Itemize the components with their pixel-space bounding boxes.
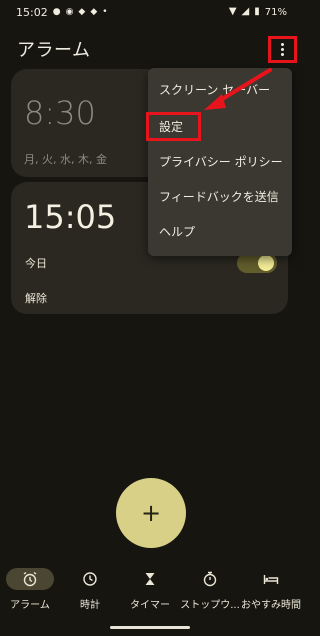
alarm-toggle[interactable] xyxy=(237,253,277,273)
more-vert-icon-dot xyxy=(281,48,284,51)
nav-item-timer[interactable]: タイマー xyxy=(120,562,180,614)
bottom-navigation: アラーム 時計 タイマー ストップウ... おやすみ時間 xyxy=(0,562,301,622)
message-icon: ◉ xyxy=(65,6,74,17)
nav-item-clock[interactable]: 時計 xyxy=(60,562,120,614)
nav-icon-pill xyxy=(6,568,54,590)
battery-level: 71% xyxy=(264,6,287,18)
chat-icon: ● xyxy=(52,6,61,17)
nav-item-bedtime[interactable]: おやすみ時間 xyxy=(241,562,301,614)
dismiss-button[interactable]: 解除 xyxy=(25,290,47,306)
overflow-menu: スクリーン セーバー 設定 プライバシー ポリシー フィードバックを送信 ヘルプ xyxy=(148,68,292,256)
nav-icon-pill xyxy=(247,568,295,590)
nav-icon-pill xyxy=(186,568,234,590)
menu-item-screensaver[interactable]: スクリーン セーバー xyxy=(159,81,270,98)
notification-icon: ◆ xyxy=(90,6,98,17)
alarm-schedule: 今日 xyxy=(25,257,47,270)
plus-icon: + xyxy=(140,499,162,527)
clock-icon xyxy=(83,572,97,586)
toggle-knob xyxy=(258,255,274,271)
hourglass-icon xyxy=(145,573,155,585)
alarm-days: 月, 火, 水, 木, 金 xyxy=(24,153,107,166)
nav-label: おやすみ時間 xyxy=(241,600,301,611)
add-alarm-button[interactable]: + xyxy=(116,478,186,548)
status-bar: 15:02 ● ◉ ◆ ◆ • ▼ ◢ ▮ 71% xyxy=(0,0,301,24)
more-vert-icon-dot xyxy=(281,53,284,56)
dot-icon: • xyxy=(102,6,108,17)
signal-icon: ◢ xyxy=(241,6,250,17)
nav-icon-pill xyxy=(126,568,174,590)
status-right: ▼ ◢ ▮ 71% xyxy=(229,7,287,18)
menu-item-help[interactable]: ヘルプ xyxy=(159,223,195,240)
alarm-clock-icon xyxy=(23,571,37,587)
menu-item-settings[interactable]: 設定 xyxy=(159,118,183,135)
more-options-button[interactable] xyxy=(268,36,297,63)
page-title: アラーム xyxy=(17,40,91,61)
status-time: 15:02 xyxy=(16,5,48,19)
nav-item-stopwatch[interactable]: ストップウ... xyxy=(180,562,240,614)
menu-item-privacy-policy[interactable]: プライバシー ポリシー xyxy=(159,153,283,170)
alarm-time[interactable]: 8:30 xyxy=(24,94,96,132)
bed-icon xyxy=(263,575,279,584)
menu-item-send-feedback[interactable]: フィードバックを送信 xyxy=(159,188,279,205)
wifi-icon: ▼ xyxy=(228,6,237,17)
nav-item-alarm[interactable]: アラーム xyxy=(0,562,60,614)
nav-icon-pill xyxy=(66,568,114,590)
stopwatch-icon xyxy=(203,571,217,587)
battery-icon: ▮ xyxy=(254,6,260,17)
alarm-time[interactable]: 15:05 xyxy=(24,198,116,236)
gesture-handle[interactable] xyxy=(110,626,190,629)
more-vert-icon xyxy=(281,43,284,46)
notification-icon: ◆ xyxy=(78,6,86,17)
status-left: 15:02 ● ◉ ◆ ◆ • xyxy=(16,6,108,19)
